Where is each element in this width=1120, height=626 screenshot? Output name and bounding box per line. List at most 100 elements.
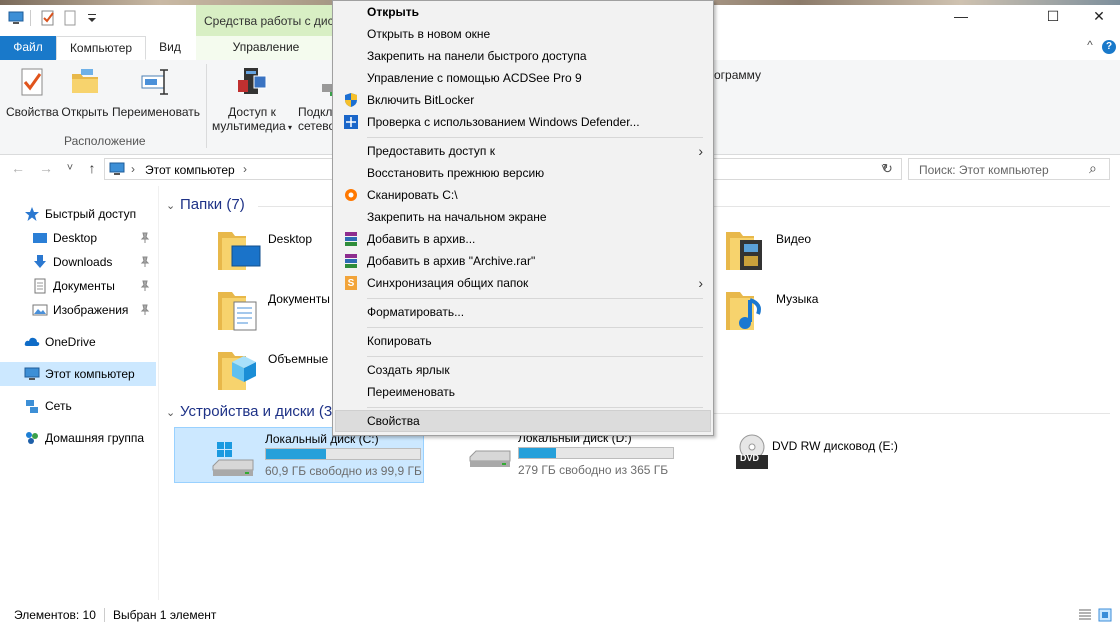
breadcrumb-separator[interactable]: › bbox=[243, 162, 247, 176]
map-drive-button[interactable]: Подкл сетево bbox=[298, 66, 332, 133]
chevron-down-icon: ⌄ bbox=[166, 200, 176, 212]
group-location-label: Расположение bbox=[64, 134, 146, 148]
pin-icon[interactable] bbox=[140, 232, 150, 244]
menu-pin-start-label: Закрепить на начальном экране bbox=[367, 210, 547, 224]
forward-button[interactable]: → bbox=[38, 160, 54, 176]
nav-onedrive[interactable]: OneDrive bbox=[0, 330, 156, 354]
nav-images[interactable]: Изображения bbox=[0, 298, 156, 322]
folder-desktop-icon bbox=[218, 232, 261, 270]
chevron-down-icon: ⌄ bbox=[166, 407, 176, 419]
folder-3d-objects[interactable]: Объемные о bbox=[216, 346, 332, 402]
folder-music[interactable]: Музыка bbox=[724, 286, 964, 342]
menu-properties[interactable]: Свойства bbox=[335, 410, 711, 432]
menu-pin-quick-access[interactable]: Закрепить на панели быстрого доступа bbox=[335, 45, 711, 67]
map-drive-label-2: сетево bbox=[298, 119, 332, 133]
open-label: Открыть bbox=[61, 105, 109, 119]
folder-video[interactable]: Видео bbox=[724, 226, 964, 282]
folder-open-icon bbox=[72, 69, 98, 93]
hard-drive-icon bbox=[469, 450, 511, 467]
windows-drive-icon bbox=[212, 442, 254, 476]
download-arrow-icon bbox=[34, 255, 46, 268]
menu-scan[interactable]: Сканировать C:\ bbox=[335, 184, 711, 206]
devices-header-label: Устройства и диски (3 bbox=[180, 403, 333, 420]
devices-group-header[interactable]: ⌄ Устройства и диски (3 bbox=[166, 403, 332, 423]
search-input[interactable]: Поиск: Этот компьютер ⌕ bbox=[908, 158, 1110, 180]
minimize-button[interactable]: — bbox=[938, 8, 984, 30]
menu-properties-label: Свойства bbox=[367, 414, 420, 428]
menu-share[interactable]: Предоставить доступ к › bbox=[335, 140, 711, 162]
up-button[interactable]: ↑ bbox=[84, 160, 100, 176]
properties-ribbon-button[interactable]: Свойства bbox=[6, 66, 59, 119]
collapse-ribbon-button[interactable]: ^ bbox=[1082, 38, 1098, 56]
drive-e-label: DVD RW дисковод (E:) bbox=[772, 439, 898, 453]
menu-add-archive-rar[interactable]: Добавить в архив "Archive.rar" bbox=[335, 250, 711, 272]
menu-defender[interactable]: Проверка с использованием Windows Defend… bbox=[335, 111, 711, 133]
tab-view[interactable]: Вид bbox=[146, 36, 194, 60]
menu-bitlocker[interactable]: Включить BitLocker bbox=[335, 89, 711, 111]
menu-copy-label: Копировать bbox=[367, 334, 432, 348]
network-icon bbox=[26, 400, 38, 413]
media-access-label-2-text: мультимедиа bbox=[212, 119, 286, 133]
tab-computer[interactable]: Компьютер bbox=[56, 36, 146, 60]
submenu-arrow-icon: › bbox=[698, 143, 703, 159]
pin-icon[interactable] bbox=[140, 304, 150, 316]
nav-homegroup[interactable]: Домашняя группа bbox=[0, 426, 156, 450]
maximize-button[interactable]: ☐ bbox=[1030, 8, 1076, 30]
nav-this-pc[interactable]: Этот компьютер bbox=[0, 362, 156, 386]
folders-group-header[interactable]: ⌄ Папки (7) bbox=[166, 196, 245, 216]
rename-ribbon-button[interactable]: Переименовать bbox=[112, 66, 200, 119]
properties-check-icon[interactable] bbox=[40, 10, 56, 26]
drive-e[interactable]: DVD DVD RW дисковод (E:) bbox=[682, 427, 932, 483]
menu-restore[interactable]: Восстановить прежнюю версию bbox=[335, 162, 711, 184]
drive-c-free: 60,9 ГБ свободно из 99,9 ГБ bbox=[265, 464, 422, 478]
tab-file[interactable]: Файл bbox=[0, 36, 56, 60]
menu-pin-start[interactable]: Закрепить на начальном экране bbox=[335, 206, 711, 228]
nav-downloads[interactable]: Downloads bbox=[0, 250, 156, 274]
status-separator bbox=[104, 608, 105, 622]
tab-manage[interactable]: Управление bbox=[196, 36, 336, 60]
menu-format[interactable]: Форматировать... bbox=[335, 301, 711, 323]
breadcrumb-this-pc[interactable]: Этот компьютер bbox=[145, 163, 235, 177]
menu-pin-quick-access-label: Закрепить на панели быстрого доступа bbox=[367, 49, 587, 63]
new-folder-icon[interactable] bbox=[62, 10, 78, 26]
pin-icon[interactable] bbox=[140, 280, 150, 292]
search-icon[interactable]: ⌕ bbox=[1089, 160, 1097, 177]
recent-locations-button[interactable]: ˅ bbox=[62, 160, 78, 176]
close-button[interactable]: ✕ bbox=[1076, 8, 1120, 30]
media-access-button[interactable]: Доступ к мультимедиа ▾ bbox=[212, 66, 292, 133]
menu-acdsee[interactable]: Управление с помощью ACDSee Pro 9 bbox=[335, 67, 711, 89]
rename-icon bbox=[141, 69, 168, 95]
nav-network[interactable]: Сеть bbox=[0, 394, 156, 418]
desktop-icon bbox=[33, 233, 47, 243]
menu-open[interactable]: Открыть bbox=[335, 1, 711, 23]
menu-add-archive[interactable]: Добавить в архив... bbox=[335, 228, 711, 250]
programs-fragment-label[interactable]: ограмму bbox=[714, 68, 761, 82]
refresh-button[interactable]: ↻ bbox=[882, 161, 893, 177]
winrar-icon bbox=[345, 232, 357, 246]
pin-icon[interactable] bbox=[140, 256, 150, 268]
submenu-arrow-icon: › bbox=[698, 275, 703, 291]
status-bar: Элементов: 10 Выбран 1 элемент bbox=[0, 604, 1120, 626]
drive-d-free: 279 ГБ свободно из 365 ГБ bbox=[518, 463, 669, 477]
back-button[interactable]: ← bbox=[10, 160, 26, 176]
customize-qa-icon[interactable] bbox=[84, 10, 100, 26]
search-placeholder: Поиск: Этот компьютер bbox=[919, 163, 1049, 177]
menu-rename[interactable]: Переименовать bbox=[335, 381, 711, 403]
media-access-label-2: мультимедиа ▾ bbox=[212, 119, 292, 133]
menu-format-label: Форматировать... bbox=[367, 305, 465, 319]
picture-icon bbox=[32, 304, 48, 316]
nav-documents[interactable]: Документы bbox=[0, 274, 156, 298]
nav-this-pc-label: Этот компьютер bbox=[45, 367, 135, 381]
nav-desktop[interactable]: Desktop bbox=[0, 226, 156, 250]
menu-create-shortcut[interactable]: Создать ярлык bbox=[335, 359, 711, 381]
nav-quick-access[interactable]: Быстрый доступ bbox=[0, 202, 156, 226]
menu-sync[interactable]: S Синхронизация общих папок › bbox=[335, 272, 711, 294]
computer-icon bbox=[8, 11, 24, 24]
nav-network-label: Сеть bbox=[45, 399, 72, 413]
menu-copy[interactable]: Копировать bbox=[335, 330, 711, 352]
open-ribbon-button[interactable]: Открыть bbox=[60, 66, 110, 119]
large-icons-view-icon[interactable] bbox=[1098, 608, 1112, 622]
help-button[interactable]: ? bbox=[1102, 40, 1116, 54]
menu-open-new-window[interactable]: Открыть в новом окне bbox=[335, 23, 711, 45]
details-view-icon[interactable] bbox=[1078, 608, 1092, 622]
